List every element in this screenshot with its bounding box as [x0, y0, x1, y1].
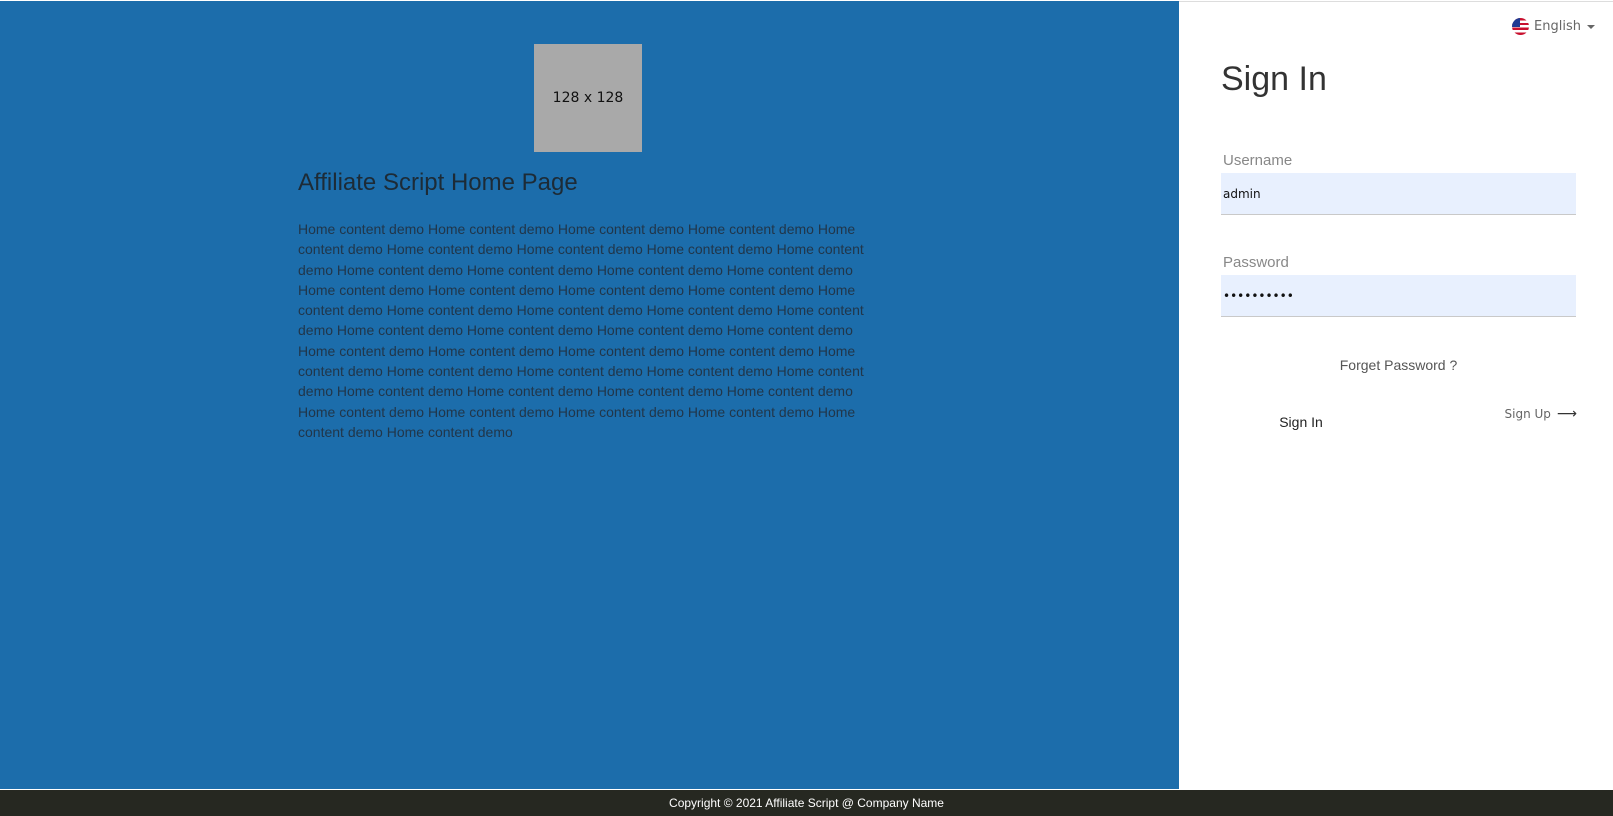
username-input[interactable] — [1221, 173, 1576, 215]
placeholder-image-label: 128 x 128 — [552, 90, 624, 106]
signin-panel: English Sign In Username Password Forget… — [1179, 1, 1613, 789]
home-content: Home content demo Home content demo Home… — [298, 221, 864, 440]
language-label: English — [1534, 19, 1581, 34]
copyright-text: Copyright © 2021 Affiliate Script @ Comp… — [669, 796, 944, 810]
logo-placeholder-image: 128 x 128 — [534, 44, 642, 152]
home-panel: 128 x 128 Affiliate Script Home Page Hom… — [0, 1, 1179, 789]
password-label: Password — [1223, 254, 1289, 271]
signin-button[interactable]: Sign In — [1241, 404, 1361, 440]
home-title: Affiliate Script Home Page — [298, 169, 578, 196]
arrow-right-icon: ⟶ — [1556, 406, 1577, 422]
forgot-password-link[interactable]: Forget Password ? — [1221, 357, 1576, 373]
caret-down-icon — [1587, 24, 1595, 29]
signup-label: Sign Up — [1504, 407, 1551, 421]
username-label: Username — [1223, 152, 1293, 169]
language-selector[interactable]: English — [1512, 18, 1595, 35]
footer: Copyright © 2021 Affiliate Script @ Comp… — [0, 790, 1613, 816]
signup-link[interactable]: Sign Up ⟶ — [1505, 406, 1577, 422]
password-input[interactable] — [1221, 275, 1576, 317]
us-flag-icon — [1512, 18, 1530, 35]
signin-title: Sign In — [1221, 60, 1327, 98]
